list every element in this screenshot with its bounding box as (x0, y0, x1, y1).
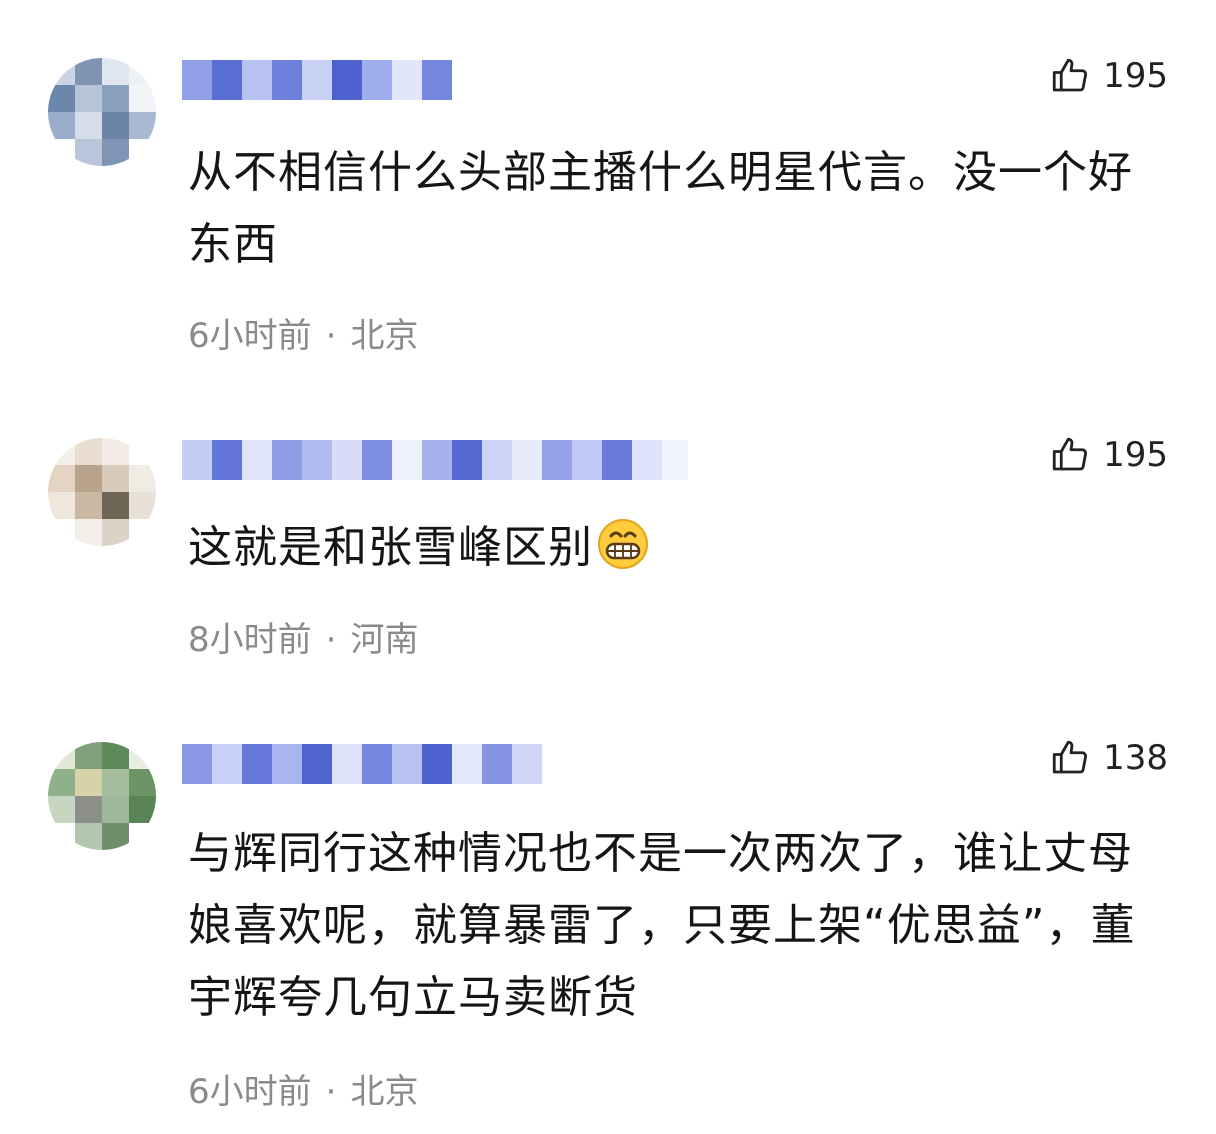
meta-separator: · (325, 316, 337, 356)
comment-location: 北京 (350, 1072, 419, 1112)
comment-text: 这就是和张雪峰区别 (188, 512, 1163, 584)
like-count: 195 (1103, 435, 1168, 475)
comment-time: 6小时前 (188, 316, 312, 356)
meta-separator: · (325, 620, 337, 660)
comment-location: 河南 (350, 620, 419, 660)
comment-time: 6小时前 (188, 1072, 312, 1112)
comment-text: 与辉同行这种情况也不是一次两次了，谁让丈母娘喜欢呢，就算暴雷了，只要上架“优思益… (188, 828, 1136, 1023)
username[interactable] (182, 440, 688, 480)
comment-time: 8小时前 (188, 620, 312, 660)
username[interactable] (182, 60, 452, 100)
thumbs-up-icon (1052, 740, 1088, 774)
comment-text: 从不相信什么头部主播什么明星代言。没一个好东西 (188, 147, 1133, 270)
like-count: 195 (1103, 56, 1168, 96)
avatar[interactable] (48, 58, 156, 166)
comment-item: 195 这就是和张雪峰区别 8小时前 · 河南 (0, 400, 1216, 700)
thumbs-up-icon (1052, 58, 1088, 92)
grinning-face-emoji (598, 519, 648, 569)
like-count: 138 (1103, 738, 1168, 778)
username[interactable] (182, 744, 542, 784)
comment-meta: 6小时前 · 北京 (188, 308, 418, 357)
meta-separator: · (325, 1072, 337, 1112)
comment-item: 195 从不相信什么头部主播什么明星代言。没一个好东西 6小时前 · 北京 (0, 0, 1216, 380)
comment-meta: 8小时前 · 河南 (188, 612, 418, 661)
comment-text-content: 这就是和张雪峰区别 (188, 522, 593, 573)
avatar[interactable] (48, 438, 156, 546)
avatar[interactable] (48, 742, 156, 850)
like-button[interactable]: 138 (1049, 737, 1168, 779)
like-button[interactable]: 195 (1049, 434, 1168, 476)
comment-meta: 6小时前 · 北京 (188, 1064, 418, 1113)
like-button[interactable]: 195 (1049, 55, 1168, 97)
comment-location: 北京 (350, 316, 419, 356)
comment-item: 138 与辉同行这种情况也不是一次两次了，谁让丈母娘喜欢呢，就算暴雷了，只要上架… (0, 700, 1216, 1134)
thumbs-up-icon (1052, 437, 1088, 471)
